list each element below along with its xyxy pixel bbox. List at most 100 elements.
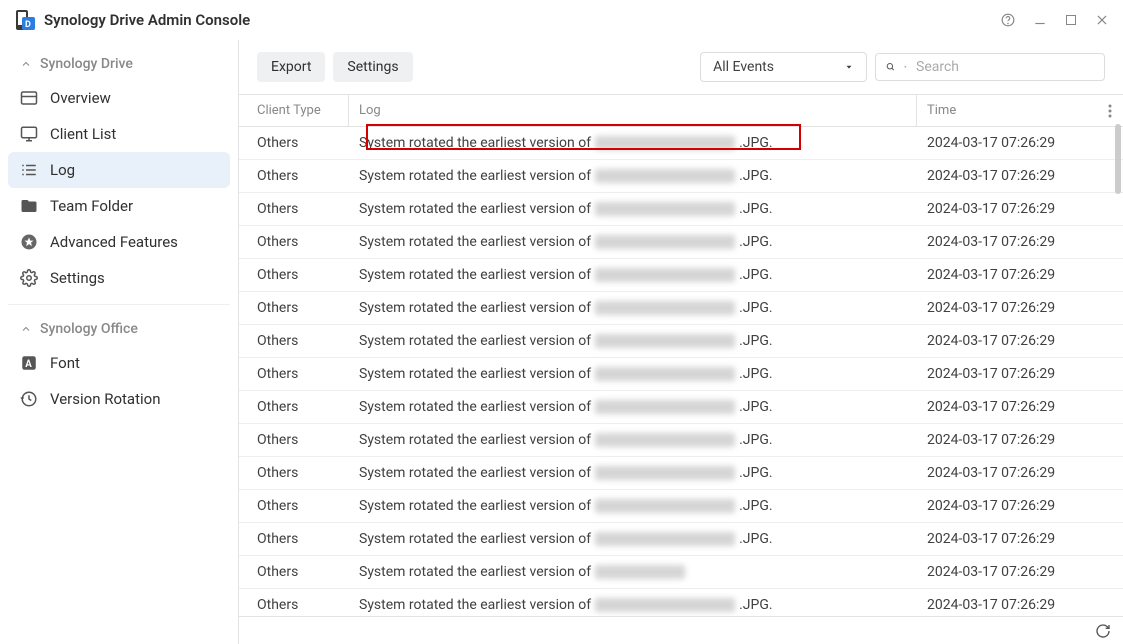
col-header-client[interactable]: Client Type <box>239 95 349 126</box>
table-row[interactable]: OthersSystem rotated the earliest versio… <box>239 556 1123 589</box>
divider <box>8 304 230 305</box>
maximize-icon[interactable] <box>1065 13 1077 27</box>
event-filter-select[interactable]: All Events <box>700 52 867 82</box>
minimize-icon[interactable] <box>1033 13 1047 27</box>
redacted-filename <box>595 400 735 414</box>
cell-client-type: Others <box>239 358 349 390</box>
redacted-filename <box>595 334 735 348</box>
event-filter-value: All Events <box>713 59 774 75</box>
cell-log: System rotated the earliest version of .… <box>349 523 917 555</box>
redacted-filename <box>595 565 685 579</box>
col-header-time[interactable]: Time <box>917 95 1097 126</box>
svg-text:A: A <box>25 359 32 370</box>
cell-client-type: Others <box>239 589 349 616</box>
sidebar-item-team-folder[interactable]: Team Folder <box>8 188 230 224</box>
sidebar-item-overview[interactable]: Overview <box>8 80 230 116</box>
table-row[interactable]: OthersSystem rotated the earliest versio… <box>239 490 1123 523</box>
sidebar-item-version-rotation[interactable]: Version Rotation <box>8 381 230 417</box>
search-icon <box>886 59 895 75</box>
table-row[interactable]: OthersSystem rotated the earliest versio… <box>239 523 1123 556</box>
footer <box>239 616 1123 644</box>
cell-time: 2024-03-17 07:26:29 <box>917 589 1097 616</box>
cell-client-type: Others <box>239 292 349 324</box>
caret-down-icon <box>844 62 854 72</box>
cell-log: System rotated the earliest version of .… <box>349 259 917 291</box>
table-row[interactable]: OthersSystem rotated the earliest versio… <box>239 193 1123 226</box>
client-list-icon <box>20 125 38 143</box>
sidebar-item-log[interactable]: Log <box>8 152 230 188</box>
redacted-filename <box>595 268 735 282</box>
table-row[interactable]: OthersSystem rotated the earliest versio… <box>239 589 1123 616</box>
cell-client-type: Others <box>239 127 349 159</box>
table-row[interactable]: OthersSystem rotated the earliest versio… <box>239 226 1123 259</box>
sidebar-item-advanced[interactable]: Advanced Features <box>8 224 230 260</box>
app-icon: D <box>14 9 36 31</box>
search-input[interactable] <box>916 59 1094 75</box>
cell-time: 2024-03-17 07:26:29 <box>917 193 1097 225</box>
table-row[interactable]: OthersSystem rotated the earliest versio… <box>239 358 1123 391</box>
table-row[interactable]: OthersSystem rotated the earliest versio… <box>239 391 1123 424</box>
caret-down-icon[interactable] <box>903 63 908 71</box>
gear-icon <box>20 269 38 287</box>
star-icon <box>20 233 38 251</box>
cell-log: System rotated the earliest version of .… <box>349 193 917 225</box>
sidebar-item-settings[interactable]: Settings <box>8 260 230 296</box>
section-header-drive[interactable]: Synology Drive <box>8 48 230 80</box>
col-menu-icon[interactable] <box>1097 95 1123 126</box>
toolbar: Export Settings All Events <box>239 40 1123 94</box>
cell-log: System rotated the earliest version of .… <box>349 391 917 423</box>
sidebar-item-label: Settings <box>50 269 105 287</box>
help-icon[interactable] <box>1001 13 1015 27</box>
section-header-office[interactable]: Synology Office <box>8 313 230 345</box>
redacted-filename <box>595 367 735 381</box>
cell-time: 2024-03-17 07:26:29 <box>917 259 1097 291</box>
cell-log: System rotated the earliest version of .… <box>349 292 917 324</box>
col-header-log[interactable]: Log <box>349 95 917 126</box>
scrollbar[interactable] <box>1115 124 1121 194</box>
cell-time: 2024-03-17 07:26:29 <box>917 391 1097 423</box>
table-row[interactable]: OthersSystem rotated the earliest versio… <box>239 160 1123 193</box>
sidebar-item-label: Team Folder <box>50 197 133 215</box>
table-row[interactable]: OthersSystem rotated the earliest versio… <box>239 259 1123 292</box>
table-row[interactable]: OthersSystem rotated the earliest versio… <box>239 457 1123 490</box>
cell-log: System rotated the earliest version of .… <box>349 226 917 258</box>
redacted-filename <box>595 202 735 216</box>
content-area: Export Settings All Events Client Type L… <box>239 40 1123 644</box>
titlebar: D Synology Drive Admin Console <box>0 0 1123 40</box>
cell-time: 2024-03-17 07:26:29 <box>917 457 1097 489</box>
cell-log: System rotated the earliest version of .… <box>349 127 917 159</box>
table-row[interactable]: OthersSystem rotated the earliest versio… <box>239 424 1123 457</box>
sidebar-item-label: Version Rotation <box>50 390 160 408</box>
cell-time: 2024-03-17 07:26:29 <box>917 325 1097 357</box>
table-row[interactable]: OthersSystem rotated the earliest versio… <box>239 127 1123 160</box>
sidebar-item-label: Advanced Features <box>50 233 178 251</box>
table-row[interactable]: OthersSystem rotated the earliest versio… <box>239 292 1123 325</box>
settings-button[interactable]: Settings <box>333 52 412 82</box>
cell-log: System rotated the earliest version of .… <box>349 325 917 357</box>
cell-time: 2024-03-17 07:26:29 <box>917 490 1097 522</box>
cell-client-type: Others <box>239 259 349 291</box>
sidebar-item-font[interactable]: A Font <box>8 345 230 381</box>
redacted-filename <box>595 235 735 249</box>
cell-client-type: Others <box>239 226 349 258</box>
close-icon[interactable] <box>1095 13 1109 27</box>
cell-client-type: Others <box>239 325 349 357</box>
search-box[interactable] <box>875 53 1105 81</box>
cell-client-type: Others <box>239 424 349 456</box>
redacted-filename <box>595 301 735 315</box>
cell-client-type: Others <box>239 160 349 192</box>
refresh-icon[interactable] <box>1095 623 1111 639</box>
cell-client-type: Others <box>239 490 349 522</box>
export-button[interactable]: Export <box>257 52 325 82</box>
cell-time: 2024-03-17 07:26:29 <box>917 556 1097 588</box>
sidebar: Synology Drive Overview Client List Log … <box>0 40 239 644</box>
sidebar-item-client-list[interactable]: Client List <box>8 116 230 152</box>
chevron-up-icon <box>20 323 32 335</box>
chevron-up-icon <box>20 58 32 70</box>
table-body[interactable]: OthersSystem rotated the earliest versio… <box>239 127 1123 616</box>
table-row[interactable]: OthersSystem rotated the earliest versio… <box>239 325 1123 358</box>
cell-log: System rotated the earliest version of .… <box>349 457 917 489</box>
redacted-filename <box>595 532 735 546</box>
svg-text:D: D <box>25 20 31 30</box>
redacted-filename <box>595 598 735 612</box>
